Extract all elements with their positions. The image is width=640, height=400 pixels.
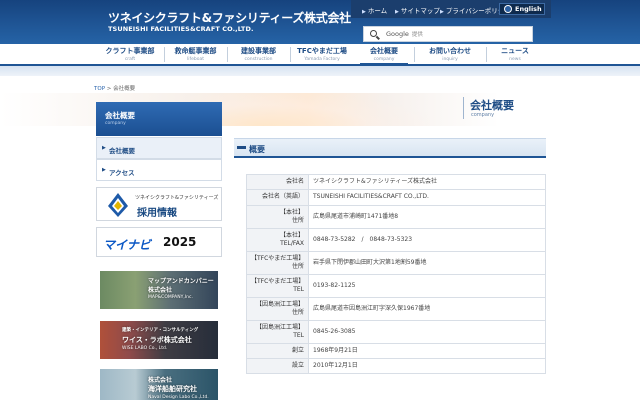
nav-inquiry[interactable]: お問い合わせ inquiry xyxy=(414,44,486,64)
chevron-right-icon: ▶ xyxy=(102,145,106,151)
heading-bar-icon xyxy=(237,146,246,149)
table-row-label-line: 【因島洲江工場】 xyxy=(255,323,304,331)
nav-craft[interactable]: クラフト事業部 craft xyxy=(96,44,164,64)
triangle-right-icon: ▶ xyxy=(362,9,366,15)
table-row-value: 0845-26-3085 xyxy=(308,320,546,344)
table-row: 設立 2010年12月1日 xyxy=(246,358,546,374)
table-row-value: 広島県尾道市因島洲江町字深久保1967番地 xyxy=(308,297,546,321)
chevron-right-icon: ▶ xyxy=(102,167,106,173)
sidebar-item-company[interactable]: ▶ 会社概要 xyxy=(96,137,222,159)
table-row: 創立 1968年9月21日 xyxy=(246,343,546,359)
section-heading: 概要 xyxy=(234,138,546,158)
hero-divider xyxy=(463,97,464,119)
table-row-label: 【TFCやまだ工場】 住所 xyxy=(246,251,309,275)
table-row-value: 広島県尾道市浦崎町1471番地8 xyxy=(308,205,546,229)
table-row-label: 設立 xyxy=(246,358,309,374)
table-row-label-line: 【TFCやまだ工場】 xyxy=(251,254,305,262)
table-row: 【TFCやまだ工場】 TEL 0193-82-1125 xyxy=(246,274,546,298)
company-logo[interactable]: ツネイシクラフト&ファシリティーズ株式会社 xyxy=(108,9,351,26)
page-title: 会社概要 xyxy=(470,99,514,112)
table-row-value: 岩手県下閉伊郡山田町大沢第1地割59番地 xyxy=(308,251,546,275)
table-row-label: 【本社】 TEL/FAX xyxy=(246,228,309,252)
table-row-label: 【本社】 住所 xyxy=(246,205,309,229)
breadcrumb-separator: > xyxy=(106,86,112,92)
nav-news[interactable]: ニュース news xyxy=(486,44,544,64)
google-search-label: Google 提供 xyxy=(386,30,423,38)
home-link[interactable]: ▶ ホーム xyxy=(362,5,387,15)
breadcrumb: TOP > 会社概要 xyxy=(94,84,135,92)
hero-light xyxy=(190,93,430,126)
table-row-label-line: TEL xyxy=(293,286,304,293)
table-row-label-line: 創立 xyxy=(291,346,304,354)
table-row-label: 会社名（英語） xyxy=(246,189,309,206)
table-row: 会社名（英語） TSUNEISHI FACILITIES&CRAFT CO.,LT… xyxy=(246,189,546,206)
table-row-label: 【TFCやまだ工場】 TEL xyxy=(246,274,309,298)
table-row: 【本社】 TEL/FAX 0848-73-5282 / 0848-73-5323 xyxy=(246,228,546,252)
table-row-label-line: 【因島洲江工場】 xyxy=(255,300,304,308)
table-row: 【因島洲江工場】 TEL 0845-26-3085 xyxy=(246,320,546,344)
company-logo-en: TSUNEISHI FACILITIES&CRAFT CO.,LTD. xyxy=(108,25,254,33)
table-row-label-line: TEL xyxy=(293,332,304,339)
table-row-value: 1968年9月21日 xyxy=(308,343,546,359)
nav-construction[interactable]: 建設事業部 construction xyxy=(227,44,290,64)
table-row-label-line: 設立 xyxy=(291,361,304,369)
table-row-value: TSUNEISHI FACILITIES&CRAFT CO.,LTD. xyxy=(308,189,546,206)
globe-icon xyxy=(504,5,512,13)
table-row-value: 2010年12月1日 xyxy=(308,358,546,374)
english-label: English xyxy=(515,5,542,13)
table-row-label-line: 【本社】 xyxy=(279,208,304,216)
mynavi-logo: マイナビ xyxy=(103,238,151,252)
search-input[interactable]: Google 提供 xyxy=(363,26,533,42)
sidebar-item-access[interactable]: ▶ アクセス xyxy=(96,159,222,181)
triangle-right-icon: ▶ xyxy=(395,9,399,15)
table-row-label: 【因島洲江工場】 TEL xyxy=(246,320,309,344)
table-row-label-line: 【TFCやまだ工場】 xyxy=(251,277,305,285)
nav-stripe xyxy=(0,66,640,76)
nav-lifeboat[interactable]: 救命艇事業部 lifeboat xyxy=(164,44,227,64)
search-icon xyxy=(370,30,377,37)
table-row-label: 会社名 xyxy=(246,174,309,190)
table-row: 【因島洲江工場】 住所 広島県尾道市因島洲江町字深久保1967番地 xyxy=(246,297,546,321)
recruit-banner[interactable]: ツネイシクラフト&ファシリティーズ 採用情報 xyxy=(96,187,222,221)
nav-company[interactable]: 会社概要 company xyxy=(354,44,414,65)
naval-design-labo-banner[interactable]: 株式会社 海洋船舶研究社 Naval Design Labo Co.,Ltd. xyxy=(100,369,218,400)
english-button[interactable]: English xyxy=(499,3,545,15)
sidebar-heading: 会社概要 company xyxy=(96,102,222,136)
table-row-label-line: 住所 xyxy=(291,217,304,224)
page-subtitle: company xyxy=(471,112,495,118)
site-header: ツネイシクラフト&ファシリティーズ株式会社 TSUNEISHI FACILITI… xyxy=(0,0,640,44)
table-row-value: 0193-82-1125 xyxy=(308,274,546,298)
mynavi-banner[interactable]: マイナビ 2025 xyxy=(96,227,222,257)
table-row-label: 創立 xyxy=(246,343,309,359)
table-row-label: 【因島洲江工場】 住所 xyxy=(246,297,309,321)
table-row-label-line: 住所 xyxy=(291,309,304,316)
breadcrumb-top-link[interactable]: TOP xyxy=(94,86,105,92)
table-row-label-line: TEL/FAX xyxy=(280,240,304,247)
mynavi-year: 2025 xyxy=(163,235,197,249)
table-row-label-line: 【本社】 xyxy=(279,231,304,239)
sitemap-link[interactable]: ▶ サイトマップ xyxy=(395,5,440,15)
table-row-label-line: 住所 xyxy=(291,263,304,270)
table-row: 会社名 ツネイシクラフト&ファシリティーズ株式会社 xyxy=(246,174,546,190)
global-nav: クラフト事業部 craft 救命艇事業部 lifeboat 建設事業部 constru… xyxy=(0,44,640,66)
company-mark-icon xyxy=(108,193,128,217)
nav-yamada-factory[interactable]: TFCやまだ工場 Yamada Factory xyxy=(290,44,354,64)
table-row-label-line: 会社名 xyxy=(285,177,304,185)
map-company-banner[interactable]: マップアンドカンパニー 株式会社 MAP&COMPANY,Inc. xyxy=(100,271,218,309)
company-info-table: 会社名 ツネイシクラフト&ファシリティーズ株式会社 会社名（英語） TSUNEISHI… xyxy=(246,174,546,374)
breadcrumb-current: 会社概要 xyxy=(113,86,136,92)
triangle-right-icon: ▶ xyxy=(440,9,444,15)
table-row-label-line: 会社名（英語） xyxy=(261,193,304,201)
table-row-value: 0848-73-5282 / 0848-73-5323 xyxy=(308,228,546,252)
table-row-value: ツネイシクラフト&ファシリティーズ株式会社 xyxy=(308,174,546,190)
wise-labo-banner[interactable]: 建築・インテリア・コンサルティング ワイス・ラボ株式会社 WISE LABO C… xyxy=(100,321,218,359)
table-row: 【本社】 住所 広島県尾道市浦崎町1471番地8 xyxy=(246,205,546,229)
sidebar-item-label: アクセス xyxy=(109,169,135,177)
sidebar-item-label: 会社概要 xyxy=(109,147,135,155)
table-row: 【TFCやまだ工場】 住所 岩手県下閉伊郡山田町大沢第1地割59番地 xyxy=(246,251,546,275)
